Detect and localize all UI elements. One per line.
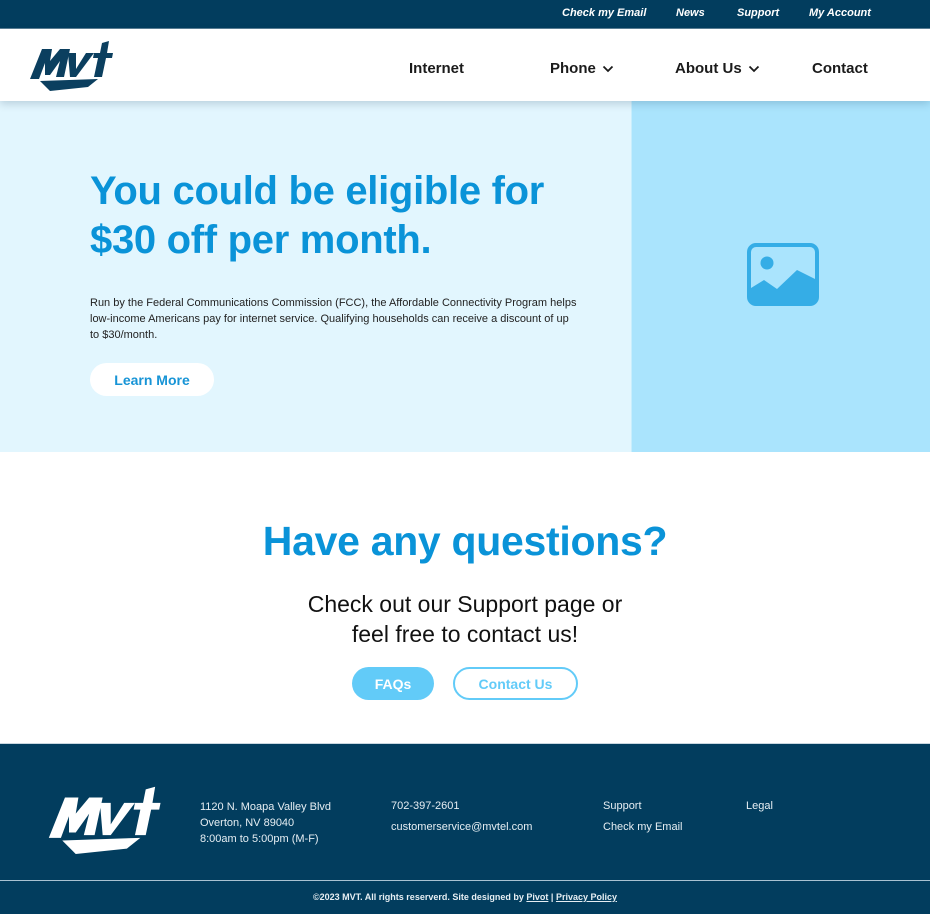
footer: 1120 N. Moapa Valley Blvd Overton, NV 89… — [0, 743, 930, 914]
nav-phone-label: Phone — [550, 60, 596, 77]
utility-link-my-account[interactable]: My Account — [809, 7, 871, 19]
privacy-policy-link[interactable]: Privacy Policy — [556, 892, 617, 902]
chevron-down-icon — [748, 65, 759, 72]
nav-contact[interactable]: Contact — [812, 60, 868, 77]
hero-image-placeholder — [631, 101, 930, 452]
footer-address: 1120 N. Moapa Valley Blvd Overton, NV 89… — [200, 799, 331, 847]
questions-title: Have any questions? — [262, 518, 668, 564]
main-header: Internet Phone About Us Contact — [0, 29, 930, 101]
nav-about-us[interactable]: About Us — [675, 60, 760, 77]
questions-subtitle-line1: Check out our Support page or — [307, 591, 623, 617]
mvt-logo-icon — [30, 41, 113, 91]
utility-bar: Check my Email News Support My Account — [0, 0, 930, 29]
footer-divider — [0, 880, 930, 881]
footer-address-line2: Overton, NV 89040 — [200, 817, 295, 829]
learn-more-button[interactable]: Learn More — [90, 363, 214, 396]
footer-links: Support Check my Email — [603, 796, 682, 838]
utility-link-support[interactable]: Support — [737, 7, 779, 19]
hero-description: Run by the Federal Communications Commis… — [90, 297, 577, 341]
copyright-text: ©2023 MVT. All rights reserverd. Site de… — [312, 892, 524, 902]
footer-address-line1: 1120 N. Moapa Valley Blvd — [200, 801, 332, 813]
questions-subtitle-line2: feel free to contact us! — [351, 621, 579, 647]
faqs-button[interactable]: FAQs — [352, 667, 434, 700]
footer-link-check-email[interactable]: Check my Email — [603, 817, 682, 838]
mvt-logo[interactable] — [28, 39, 114, 91]
nav-internet[interactable]: Internet — [409, 60, 464, 77]
nav-internet-label: Internet — [409, 60, 465, 77]
mvt-logo-icon — [48, 786, 161, 854]
utility-link-news[interactable]: News — [676, 7, 705, 19]
chevron-down-icon — [602, 65, 613, 72]
contact-us-button[interactable]: Contact Us — [453, 667, 578, 700]
footer-mvt-logo[interactable] — [46, 784, 162, 854]
footer-copyright: ©2023 MVT. All rights reserverd. Site de… — [0, 892, 930, 902]
footer-email-link[interactable]: customerservice@mvtel.com — [391, 817, 532, 838]
designer-link[interactable]: Pivot — [526, 892, 548, 902]
image-placeholder-icon — [747, 243, 819, 306]
footer-phone-link[interactable]: 702-397-2601 — [391, 796, 532, 817]
questions-subtitle: Check out our Support page or feel free … — [0, 589, 930, 649]
nav-contact-label: Contact — [812, 60, 868, 77]
nav-phone[interactable]: Phone — [550, 60, 614, 77]
nav-about-us-label: About Us — [675, 60, 742, 77]
footer-link-legal[interactable]: Legal — [746, 796, 773, 817]
footer-link-support[interactable]: Support — [603, 796, 682, 817]
utility-link-check-email[interactable]: Check my Email — [562, 7, 646, 19]
hero-content: You could be eligible for $30 off per mo… — [0, 101, 631, 452]
footer-contact: 702-397-2601 customerservice@mvtel.com — [391, 796, 532, 838]
footer-legal: Legal — [746, 796, 773, 817]
acp-hero: You could be eligible for $30 off per mo… — [0, 101, 930, 452]
footer-hours: 8:00am to 5:00pm (M-F) — [200, 833, 319, 845]
copyright-separator: | — [550, 892, 554, 902]
hero-title: You could be eligible for $30 off per mo… — [90, 169, 545, 262]
